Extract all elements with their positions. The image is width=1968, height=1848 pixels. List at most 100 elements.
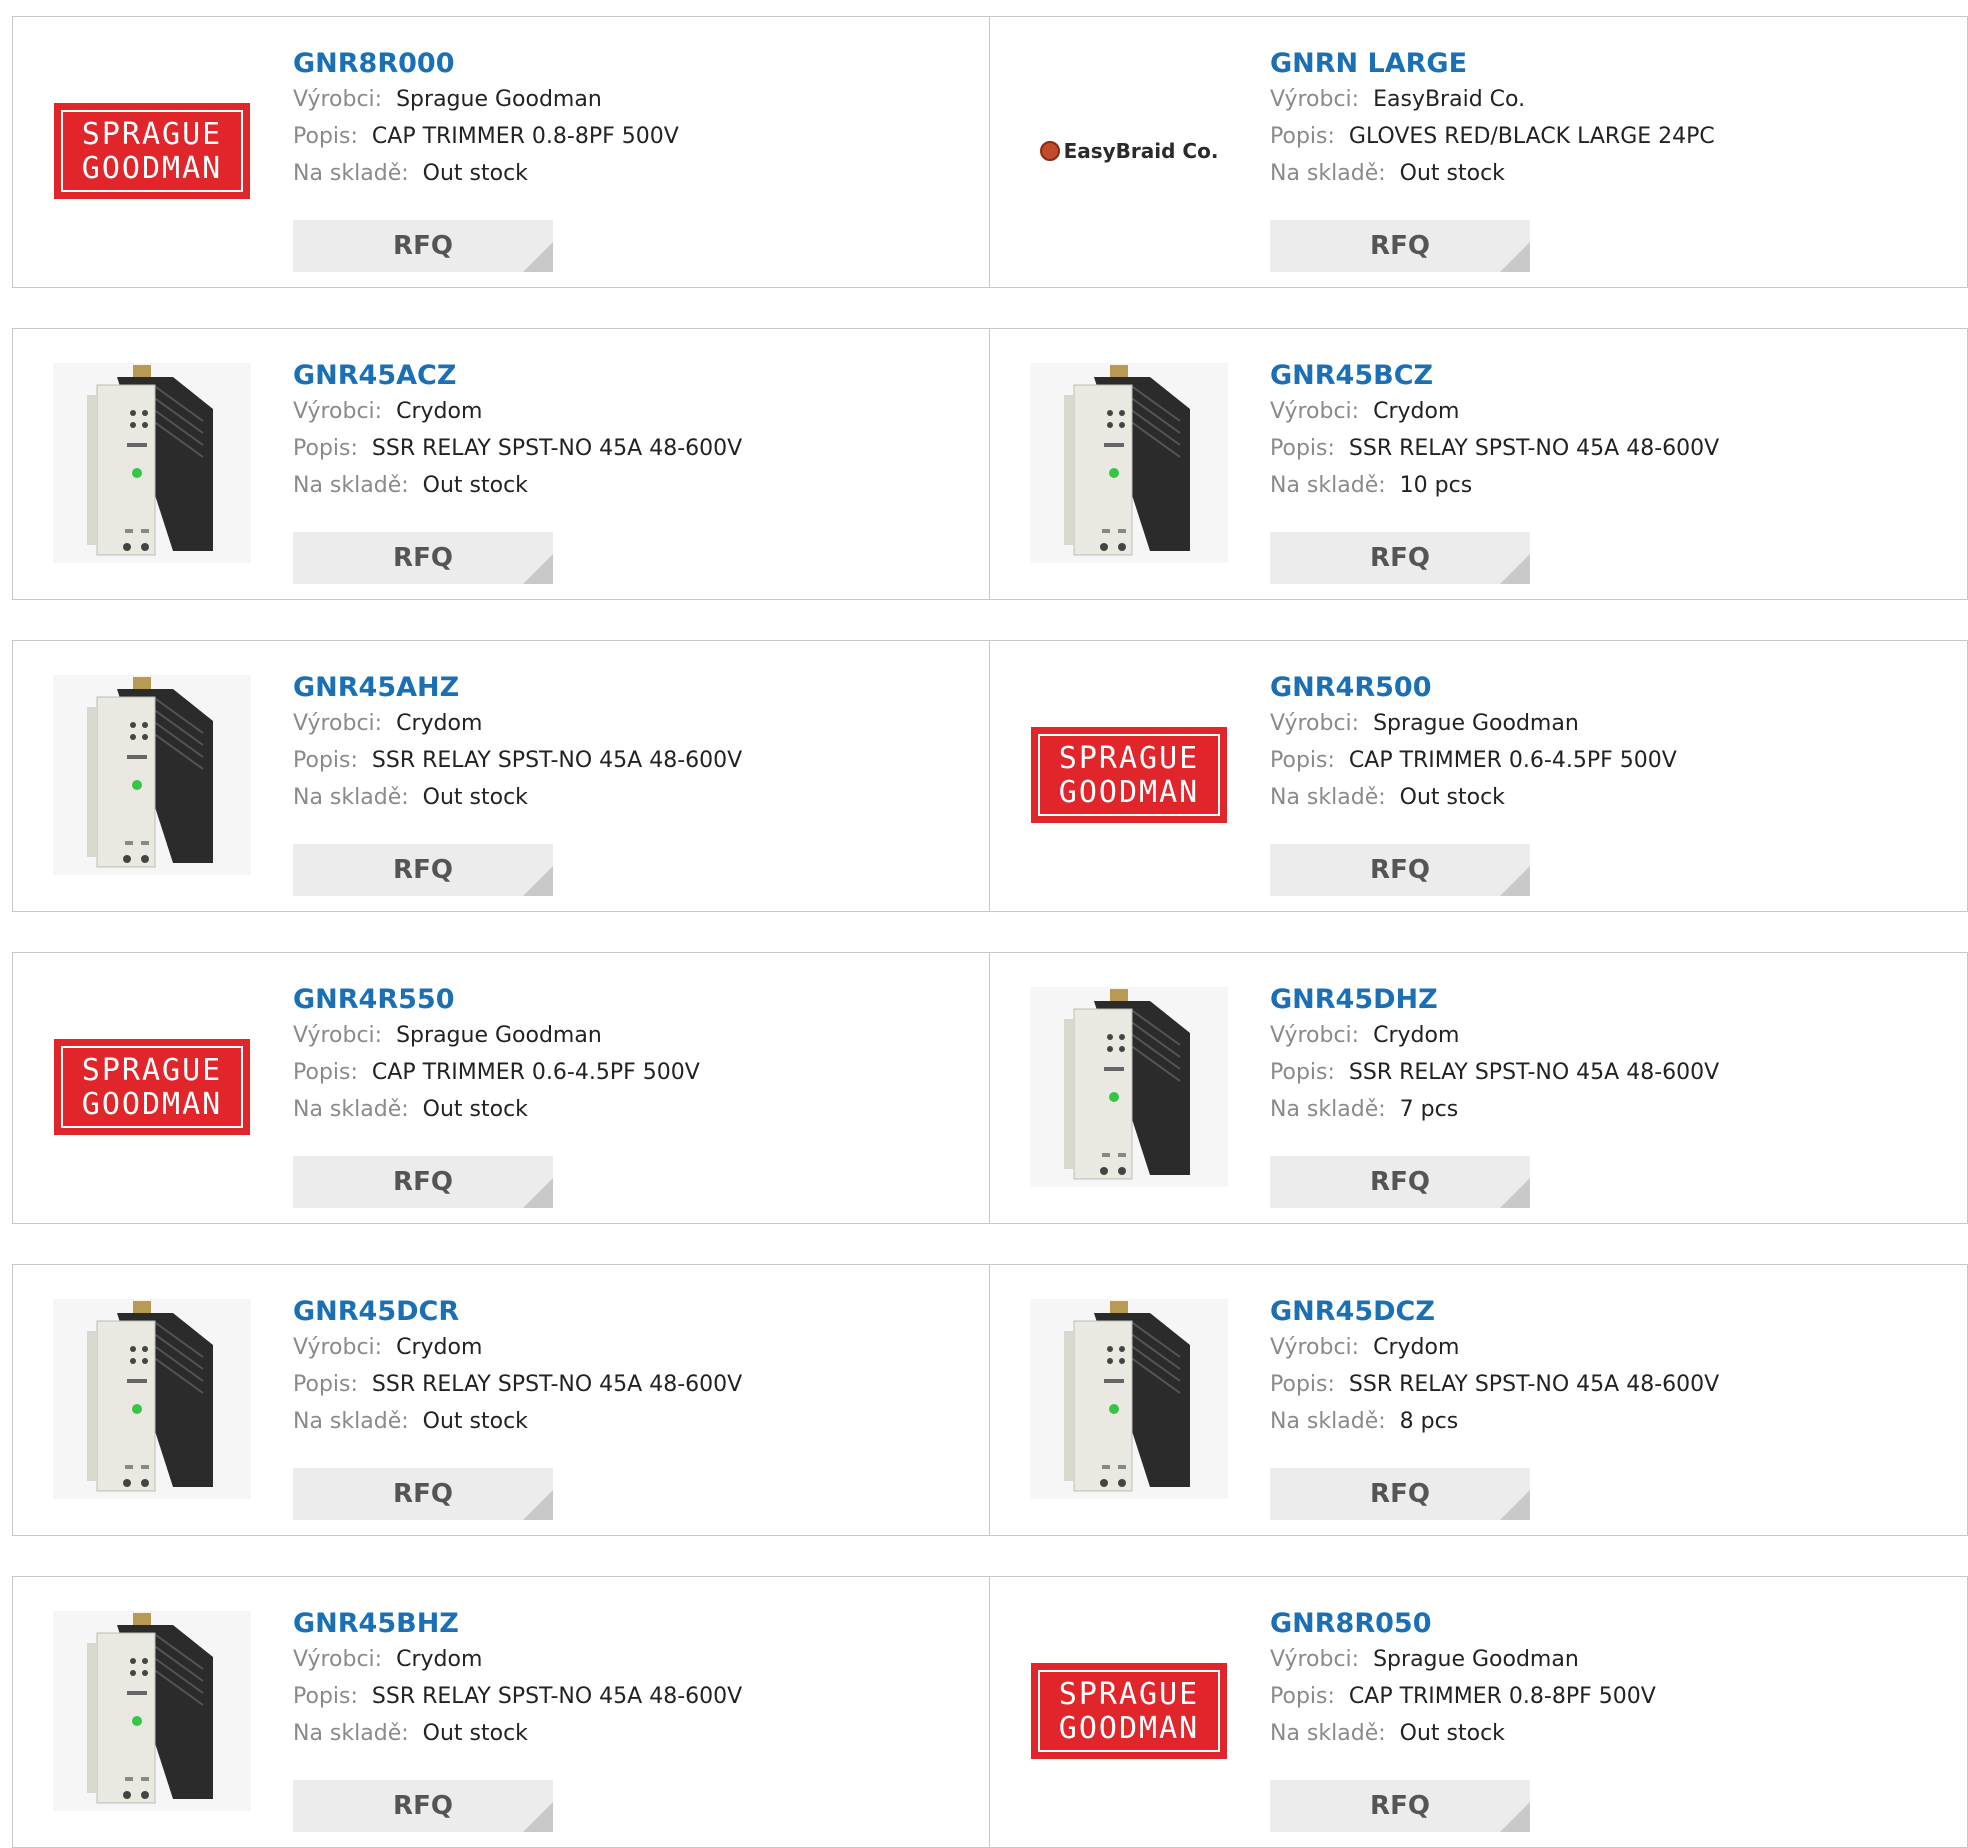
part-number-link[interactable]: GNR4R550: [293, 983, 953, 1017]
manufacturer-value: Crydom: [1373, 399, 1460, 424]
description-label: Popis:: [293, 124, 358, 149]
rfq-button[interactable]: RFQ: [1270, 532, 1530, 584]
description-row: Popis: SSR RELAY SPST-NO 45A 48-600V: [1270, 430, 1930, 467]
description-label: Popis:: [1270, 1372, 1335, 1397]
product-info: GNR45AHZ Výrobci: Crydom Popis: SSR RELAY …: [293, 671, 953, 816]
product-info: GNR45DCZ Výrobci: Crydom Popis: SSR RELAY …: [1270, 1295, 1930, 1440]
stock-value: Out stock: [422, 1097, 528, 1122]
product-image[interactable]: [1030, 987, 1228, 1187]
stock-label: Na skladě:: [293, 1409, 409, 1434]
stock-label: Na skladě:: [1270, 473, 1386, 498]
logo-line-1: SPRAGUE: [81, 117, 223, 152]
part-number-link[interactable]: GNR8R000: [293, 47, 953, 81]
part-number-link[interactable]: GNR45ACZ: [293, 359, 953, 393]
product-card: SPRAGUE GOODMAN GNR4R500 Výrobci: Sprague …: [990, 640, 1968, 912]
part-number-link[interactable]: GNR8R050: [1270, 1607, 1930, 1641]
manufacturer-label: Výrobci:: [1270, 87, 1360, 112]
stock-value: 10 pcs: [1399, 473, 1473, 498]
part-number-link[interactable]: GNR45DCZ: [1270, 1295, 1930, 1329]
product-card: GNR45DCZ Výrobci: Crydom Popis: SSR RELAY …: [990, 1264, 1968, 1536]
product-row: GNR45ACZ Výrobci: Crydom Popis: SSR RELAY …: [12, 328, 1968, 600]
product-image[interactable]: SPRAGUE GOODMAN: [53, 51, 251, 251]
manufacturer-row: Výrobci: Crydom: [1270, 1329, 1930, 1366]
rfq-button[interactable]: RFQ: [1270, 844, 1530, 896]
stock-value: Out stock: [1399, 161, 1505, 186]
product-image[interactable]: [53, 1611, 251, 1811]
product-card: GNR45BHZ Výrobci: Crydom Popis: SSR RELAY …: [12, 1576, 990, 1848]
manufacturer-label: Výrobci:: [293, 1023, 383, 1048]
rfq-button[interactable]: RFQ: [293, 532, 553, 584]
stock-value: 8 pcs: [1399, 1409, 1459, 1434]
product-image[interactable]: [53, 1299, 251, 1499]
rfq-button[interactable]: RFQ: [1270, 1156, 1530, 1208]
logo-line-1: SPRAGUE: [1058, 1677, 1200, 1712]
manufacturer-row: Výrobci: Crydom: [293, 1641, 953, 1678]
description-value: SSR RELAY SPST-NO 45A 48-600V: [1348, 436, 1720, 461]
manufacturer-label: Výrobci:: [293, 1335, 383, 1360]
rfq-button[interactable]: RFQ: [1270, 220, 1530, 272]
logo-line-2: GOODMAN: [81, 151, 223, 186]
rfq-button[interactable]: RFQ: [1270, 1780, 1530, 1832]
rfq-button[interactable]: RFQ: [293, 1468, 553, 1520]
stock-label: Na skladě:: [1270, 161, 1386, 186]
product-image[interactable]: EasyBraid Co.: [1030, 51, 1228, 251]
stock-value: Out stock: [422, 785, 528, 810]
part-number-link[interactable]: GNR45BCZ: [1270, 359, 1930, 393]
rfq-button[interactable]: RFQ: [293, 844, 553, 896]
stock-label: Na skladě:: [1270, 1409, 1386, 1434]
easybraid-mark-icon: [1039, 141, 1060, 161]
product-card: SPRAGUE GOODMAN GNR4R550 Výrobci: Sprague …: [12, 952, 990, 1224]
corner-triangle-icon: [523, 554, 553, 584]
product-card: SPRAGUE GOODMAN GNR8R000 Výrobci: Sprague …: [12, 16, 990, 288]
part-number-link[interactable]: GNRN LARGE: [1270, 47, 1930, 81]
product-row: GNR45DCR Výrobci: Crydom Popis: SSR RELAY …: [12, 1264, 1968, 1536]
manufacturer-label: Výrobci:: [1270, 1023, 1360, 1048]
description-label: Popis:: [1270, 748, 1335, 773]
product-image[interactable]: [53, 363, 251, 563]
manufacturer-row: Výrobci: Crydom: [293, 393, 953, 430]
product-image[interactable]: [1030, 363, 1228, 563]
description-value: SSR RELAY SPST-NO 45A 48-600V: [371, 1684, 743, 1709]
description-row: Popis: SSR RELAY SPST-NO 45A 48-600V: [293, 1366, 953, 1403]
relay-photo: [1030, 987, 1228, 1187]
rfq-button[interactable]: RFQ: [293, 1156, 553, 1208]
manufacturer-row: Výrobci: Sprague Goodman: [293, 1017, 953, 1054]
manufacturer-value: Crydom: [396, 711, 483, 736]
product-image[interactable]: SPRAGUE GOODMAN: [1030, 675, 1228, 875]
rfq-button[interactable]: RFQ: [1270, 1468, 1530, 1520]
part-number-link[interactable]: GNR45AHZ: [293, 671, 953, 705]
description-label: Popis:: [293, 1060, 358, 1085]
description-row: Popis: SSR RELAY SPST-NO 45A 48-600V: [293, 742, 953, 779]
rfq-button[interactable]: RFQ: [293, 220, 553, 272]
stock-label: Na skladě:: [1270, 785, 1386, 810]
manufacturer-row: Výrobci: EasyBraid Co.: [1270, 81, 1930, 118]
rfq-label: RFQ: [393, 855, 453, 885]
description-row: Popis: SSR RELAY SPST-NO 45A 48-600V: [293, 430, 953, 467]
product-image[interactable]: [1030, 1299, 1228, 1499]
rfq-label: RFQ: [1370, 855, 1430, 885]
product-info: GNR4R550 Výrobci: Sprague Goodman Popis: C…: [293, 983, 953, 1128]
rfq-label: RFQ: [393, 543, 453, 573]
product-image[interactable]: [53, 675, 251, 875]
product-card: EasyBraid Co. GNRN LARGE Výrobci: EasyBra…: [990, 16, 1968, 288]
part-number-link[interactable]: GNR45DHZ: [1270, 983, 1930, 1017]
description-value: SSR RELAY SPST-NO 45A 48-600V: [371, 1372, 743, 1397]
description-label: Popis:: [293, 436, 358, 461]
manufacturer-value: Crydom: [396, 1647, 483, 1672]
part-number-link[interactable]: GNR45BHZ: [293, 1607, 953, 1641]
stock-label: Na skladě:: [293, 785, 409, 810]
stock-value: Out stock: [1399, 1721, 1505, 1746]
rfq-button[interactable]: RFQ: [293, 1780, 553, 1832]
stock-row: Na skladě: 10 pcs: [1270, 467, 1930, 504]
sprague-goodman-logo: SPRAGUE GOODMAN: [1031, 727, 1227, 823]
part-number-link[interactable]: GNR45DCR: [293, 1295, 953, 1329]
stock-value: Out stock: [422, 1409, 528, 1434]
product-image[interactable]: SPRAGUE GOODMAN: [53, 987, 251, 1187]
description-label: Popis:: [293, 748, 358, 773]
description-label: Popis:: [293, 1372, 358, 1397]
product-image[interactable]: SPRAGUE GOODMAN: [1030, 1611, 1228, 1811]
corner-triangle-icon: [1500, 1490, 1530, 1520]
product-info: GNR8R050 Výrobci: Sprague Goodman Popis: C…: [1270, 1607, 1930, 1752]
product-info: GNR45DHZ Výrobci: Crydom Popis: SSR RELAY …: [1270, 983, 1930, 1128]
part-number-link[interactable]: GNR4R500: [1270, 671, 1930, 705]
